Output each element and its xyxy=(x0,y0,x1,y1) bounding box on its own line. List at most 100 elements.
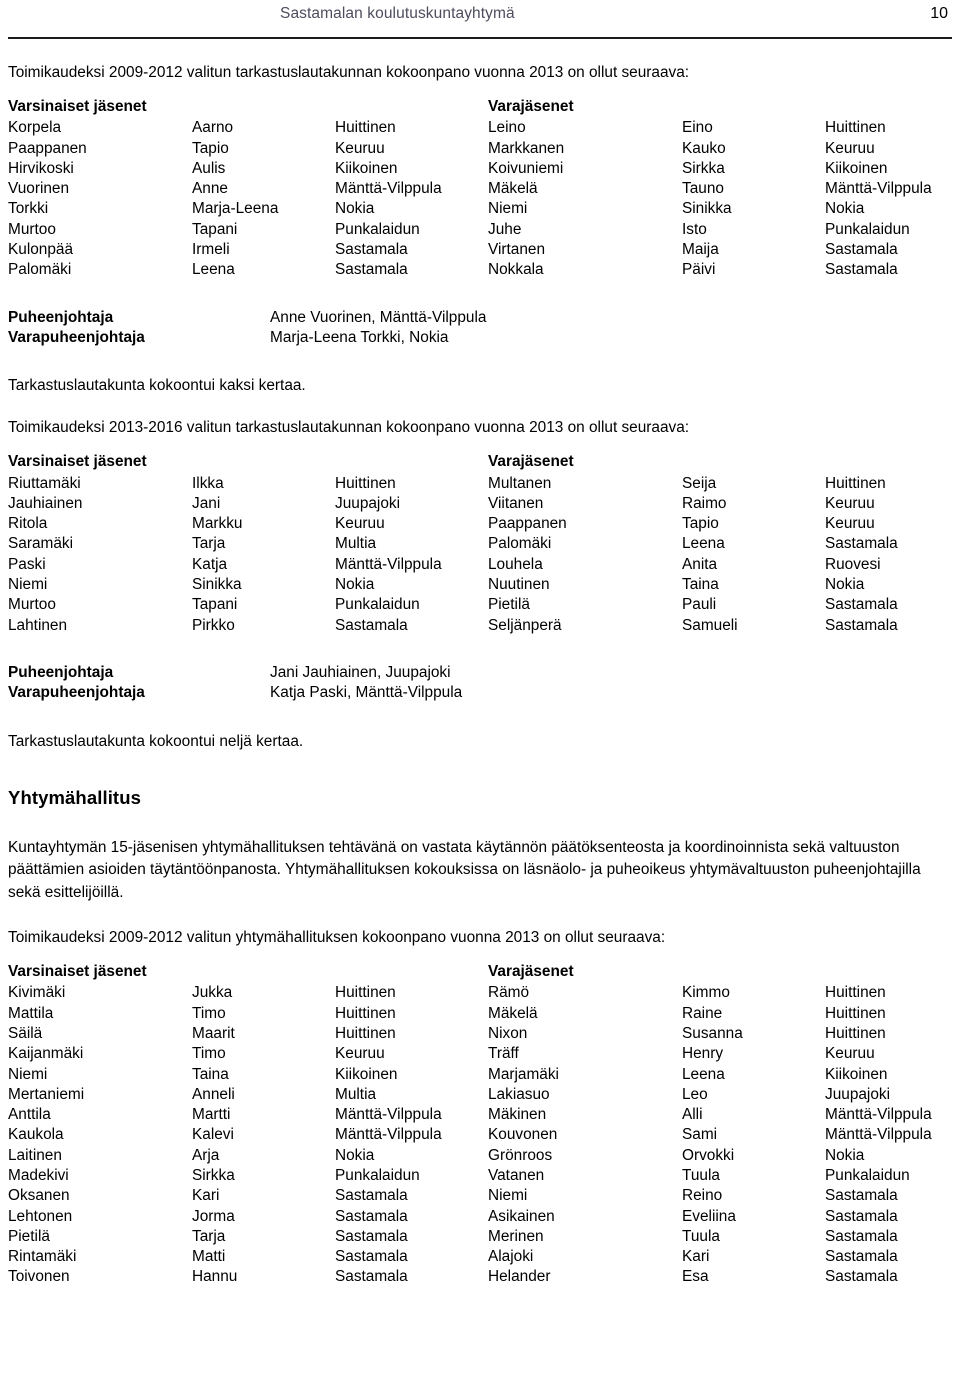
member-first-name: Martti xyxy=(192,1106,231,1124)
deputy-first-name: Sinikka xyxy=(682,200,732,218)
deputy-municipality: Sastamala xyxy=(825,1268,898,1286)
member-first-name: Irmeli xyxy=(192,241,230,259)
deputy-municipality: Sastamala xyxy=(825,535,898,553)
table-row: Pietilä Tarja Sastamala Merinen Tuula Sastama… xyxy=(8,1227,952,1247)
member-first-name: Tarja xyxy=(192,535,226,553)
member-last-name: Murtoo xyxy=(8,596,56,614)
member-first-name: Matti xyxy=(192,1248,226,1266)
vice-chair-row: Varapuheenjohtaja Katja Paski, Mänttä-Vi… xyxy=(8,683,952,703)
member-last-name: Hirvikoski xyxy=(8,159,74,177)
member-first-name: Sirkka xyxy=(192,1167,235,1184)
member-first-name: Ilkka xyxy=(192,474,224,492)
deputy-last-name: Nokkala xyxy=(488,261,544,279)
table-row: Laitinen Arja Nokia Grönroos Orvokki Nokia xyxy=(8,1146,952,1166)
member-first-name: Jani xyxy=(192,494,221,512)
deputy-first-name: Maija xyxy=(682,241,719,259)
deputy-last-name: Helander xyxy=(488,1268,551,1286)
section2-intro: Toimikaudeksi 2013-2016 valitun tarkastu… xyxy=(8,419,690,437)
deputy-first-name: Isto xyxy=(682,220,707,238)
member-municipality: Juupajoki xyxy=(335,494,401,512)
deputy-last-name: Lakiasuo xyxy=(488,1085,550,1103)
member-municipality: Sastamala xyxy=(335,616,408,634)
member-first-name: Anne xyxy=(192,180,228,198)
table-row: Jauhiainen Jani Juupajoki Viitanen Raimo Keur… xyxy=(8,494,952,514)
deputy-municipality: Keuruu xyxy=(825,494,875,512)
member-first-name: Leena xyxy=(192,261,235,279)
member-first-name: Aarno xyxy=(192,119,234,137)
column-header-members: Varsinaiset jäsenet xyxy=(8,453,147,471)
table-header-row: Varsinaiset jäsenet Varajäsenet xyxy=(8,452,952,473)
deputy-last-name: Vatanen xyxy=(488,1167,545,1184)
member-last-name: Pietilä xyxy=(8,1227,50,1245)
table-row: Anttila Martti Mänttä-Vilppula Mäkinen Alli M… xyxy=(8,1105,952,1125)
member-last-name: Madekivi xyxy=(8,1167,69,1184)
deputy-last-name: Markkanen xyxy=(488,139,565,157)
member-last-name: Kaijanmäki xyxy=(8,1045,84,1063)
table-row: Kivimäki Jukka Huittinen Rämö Kimmo Huittinen xyxy=(8,983,952,1003)
member-municipality: Mänttä-Vilppula xyxy=(335,180,442,198)
deputy-last-name: Viitanen xyxy=(488,494,544,512)
vice-chair-label: Varapuheenjohtaja xyxy=(8,684,145,702)
deputy-last-name: Merinen xyxy=(488,1227,544,1245)
header-title: Sastamalan koulutuskuntayhtymä xyxy=(280,5,515,22)
section1-intro: Toimikaudeksi 2009-2012 valitun tarkastu… xyxy=(8,64,690,81)
member-municipality: Sastamala xyxy=(335,261,408,279)
deputy-first-name: Alli xyxy=(682,1106,703,1124)
table-body-section3: Kivimäki Jukka Huittinen Rämö Kimmo Huittinen… xyxy=(8,983,952,1287)
deputy-municipality: Nokia xyxy=(825,576,865,594)
table-row: Oksanen Kari Sastamala Niemi Reino Sastamala xyxy=(8,1186,952,1206)
member-first-name: Timo xyxy=(192,1004,226,1022)
deputy-last-name: Louhela xyxy=(488,555,543,573)
table-row: Murtoo Tapani Punkalaidun Pietilä Pauli Sasta… xyxy=(8,595,952,615)
deputy-municipality: Mänttä-Vilppula xyxy=(825,1126,932,1144)
member-first-name: Hannu xyxy=(192,1268,238,1286)
table-header-row: Varsinaiset jäsenet Varajäsenet xyxy=(8,962,952,983)
chair-label: Puheenjohtaja xyxy=(8,308,114,326)
member-municipality: Keuruu xyxy=(335,515,385,533)
vice-chair-row: Varapuheenjohtaja Marja-Leena Torkki, No… xyxy=(8,328,952,348)
vice-chair-label: Varapuheenjohtaja xyxy=(8,328,145,346)
member-municipality: Nokia xyxy=(335,576,375,594)
member-first-name: Aulis xyxy=(192,159,226,177)
member-first-name: Jorma xyxy=(192,1207,235,1225)
deputy-municipality: Huittinen xyxy=(825,119,886,137)
deputy-first-name: Samueli xyxy=(682,616,738,634)
member-municipality: Mänttä-Vilppula xyxy=(335,1106,442,1124)
member-last-name: Mertaniemi xyxy=(8,1085,85,1103)
deputy-municipality: Kiikoinen xyxy=(825,159,888,177)
deputy-last-name: Virtanen xyxy=(488,241,546,259)
section1-meeting-note: Tarkastuslautakunta kokoontui kaksi kert… xyxy=(8,377,306,395)
member-last-name: Toivonen xyxy=(8,1268,70,1286)
table-row: Riuttamäki Ilkka Huittinen Multanen Seija Hui… xyxy=(8,474,952,494)
deputy-first-name: Kari xyxy=(682,1248,710,1266)
deputy-last-name: Kouvonen xyxy=(488,1126,558,1144)
chair-label: Puheenjohtaja xyxy=(8,663,114,681)
member-first-name: Marja-Leena xyxy=(192,200,279,218)
deputy-municipality: Sastamala xyxy=(825,261,898,279)
member-last-name: Lehtonen xyxy=(8,1207,73,1225)
deputy-municipality: Mänttä-Vilppula xyxy=(825,180,932,198)
column-header-members: Varsinaiset jäsenet xyxy=(8,98,147,115)
member-first-name: Jukka xyxy=(192,984,233,1002)
section2-chair-block: Puheenjohtaja Jani Jauhiainen, Juupajoki… xyxy=(8,663,952,704)
deputy-first-name: Orvokki xyxy=(682,1146,735,1164)
deputy-last-name: Marjamäki xyxy=(488,1065,559,1083)
member-municipality: Sastamala xyxy=(335,241,408,259)
member-municipality: Huittinen xyxy=(335,984,396,1002)
deputy-first-name: Kimmo xyxy=(682,984,730,1002)
deputy-first-name: Eveliina xyxy=(682,1207,736,1225)
member-municipality: Multia xyxy=(335,535,377,553)
member-municipality: Nokia xyxy=(335,1146,375,1164)
table-row: Ritola Markku Keuruu Paappanen Tapio Keuruu xyxy=(8,514,952,534)
deputy-last-name: Nixon xyxy=(488,1024,528,1042)
page-number: 10 xyxy=(930,5,948,22)
deputy-last-name: Nuutinen xyxy=(488,576,550,594)
vice-chair-value: Marja-Leena Torkki, Nokia xyxy=(270,328,449,346)
section2-meeting-note: Tarkastuslautakunta kokoontui neljä kert… xyxy=(8,732,304,750)
deputy-last-name: Asikainen xyxy=(488,1207,555,1225)
member-last-name: Ritola xyxy=(8,515,48,533)
member-last-name: Kaukola xyxy=(8,1126,64,1144)
deputy-first-name: Tauno xyxy=(682,180,724,198)
deputy-first-name: Esa xyxy=(682,1268,709,1286)
member-first-name: Pirkko xyxy=(192,616,235,634)
